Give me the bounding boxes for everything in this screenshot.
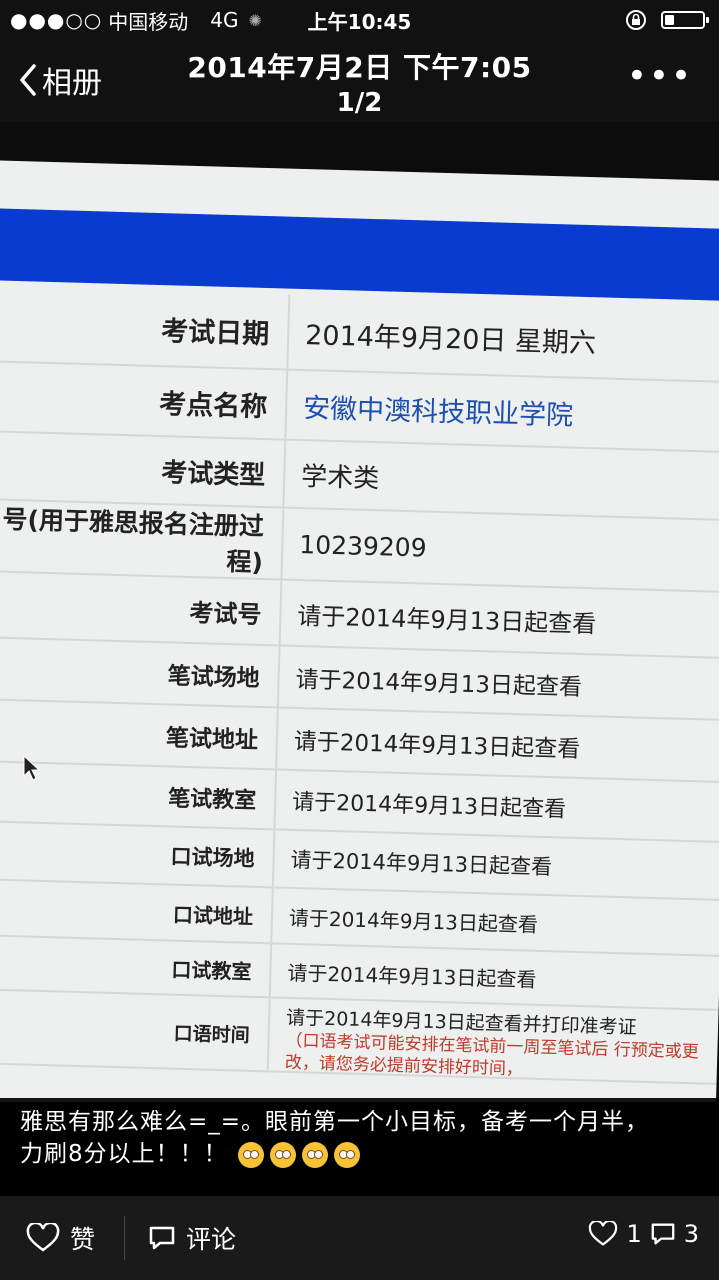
status-bar: ●●●○○ 中国移动 4G ✺ 上午10:45: [0, 0, 719, 40]
row-label: 考试类型: [0, 431, 287, 507]
row-value: 请于2014年9月13日起查看: [287, 960, 537, 992]
row-label: 口语时间: [0, 989, 271, 1071]
photo-index: 1/2: [336, 88, 383, 118]
comment-label: 评论: [186, 1225, 237, 1254]
comment-count: 3: [683, 1220, 699, 1248]
row-value: 请于2014年9月13日起查看: [297, 601, 597, 638]
row-value[interactable]: 安徽中澳科技职业学院: [286, 371, 574, 447]
like-button[interactable]: 赞: [26, 1220, 95, 1256]
emoji-group: [237, 1141, 360, 1168]
row-label: 笔试场地: [0, 637, 281, 707]
surprised-face-emoji-icon: [237, 1141, 264, 1168]
action-bar: 赞 评论 1 3: [0, 1196, 719, 1280]
surprised-face-emoji-icon: [333, 1141, 360, 1168]
row-value: 10239209: [298, 529, 428, 563]
row-value: 2014年9月20日 星期六: [304, 319, 597, 359]
engagement-counts[interactable]: 1 3: [588, 1220, 699, 1248]
surprised-face-emoji-icon: [301, 1141, 328, 1168]
photo-date-title: 2014年7月2日 下午7:05: [187, 51, 532, 84]
row-value: 请于2014年9月13日起查看: [293, 728, 581, 763]
rotation-lock-icon: [626, 10, 646, 30]
page-title: 2014年7月2日 下午7:05 1/2: [0, 46, 719, 118]
row-value: 学术类: [300, 461, 380, 494]
comment-icon: [149, 1226, 175, 1250]
mouse-cursor-icon: [23, 754, 41, 781]
row-value: 请于2014年9月13日起查看: [290, 847, 553, 880]
nav-bar: 相册 2014年7月2日 下午7:05 1/2 •••: [0, 40, 719, 122]
row-label: 口试地址: [0, 879, 274, 943]
status-right-group: [625, 9, 709, 31]
comment-button[interactable]: 评论: [148, 1220, 236, 1256]
row-label: 口试教室: [0, 935, 273, 997]
header-band: [0, 207, 719, 302]
row-label: 考试日期: [0, 285, 291, 369]
action-divider: [124, 1216, 125, 1260]
photographed-screen: 考试日期 2014年9月20日 星期六 考点名称 安徽中澳科技职业学院 考试类型 学术类号…: [0, 160, 719, 1102]
signal-strength-icon: ●●●○○: [10, 8, 103, 32]
battery-icon: [661, 11, 709, 29]
like-count: 1: [626, 1220, 642, 1248]
surprised-face-emoji-icon: [269, 1141, 296, 1168]
carrier-name: 中国移动: [108, 9, 189, 34]
like-label: 赞: [70, 1225, 96, 1254]
photo-view[interactable]: 考试日期 2014年9月20日 星期六 考点名称 安徽中澳科技职业学院 考试类型 学术类号…: [0, 122, 719, 1102]
network-type: 4G: [210, 8, 239, 32]
more-options-button[interactable]: •••: [627, 59, 693, 93]
row-label: 号(用于雅思报名注册过程): [0, 499, 285, 579]
row-label: 考试号: [0, 571, 283, 645]
row-label: 考点名称: [0, 361, 289, 439]
row-value: 请于2014年9月13日起查看并打印准考证 （口语考试可能安排在笔试前一周至笔试后…: [269, 998, 707, 1082]
row-value: 请于2014年9月13日起查看: [295, 666, 583, 701]
heart-icon: [589, 1221, 618, 1246]
heart-icon: [26, 1223, 60, 1252]
photo-caption: 雅思有那么难么=_=。眼前第一个小目标，备考一个月半，力刷8分以上！！！: [0, 1098, 719, 1196]
row-value: 请于2014年9月13日起查看: [288, 905, 539, 937]
row-value: 请于2014年9月13日起查看: [291, 789, 567, 823]
comment-icon: [651, 1223, 675, 1245]
warning-note: （口语考试可能安排在笔试前一周至笔试后 行预定或更改，请您务必提前安排好时间，: [284, 1030, 700, 1080]
row-label: 口试场地: [0, 821, 276, 887]
exam-info-table: 考试日期 2014年9月20日 星期六 考点名称 安徽中澳科技职业学院 考试类型 学术类号…: [0, 285, 719, 1085]
loading-spinner-icon: ✺: [248, 10, 262, 30]
